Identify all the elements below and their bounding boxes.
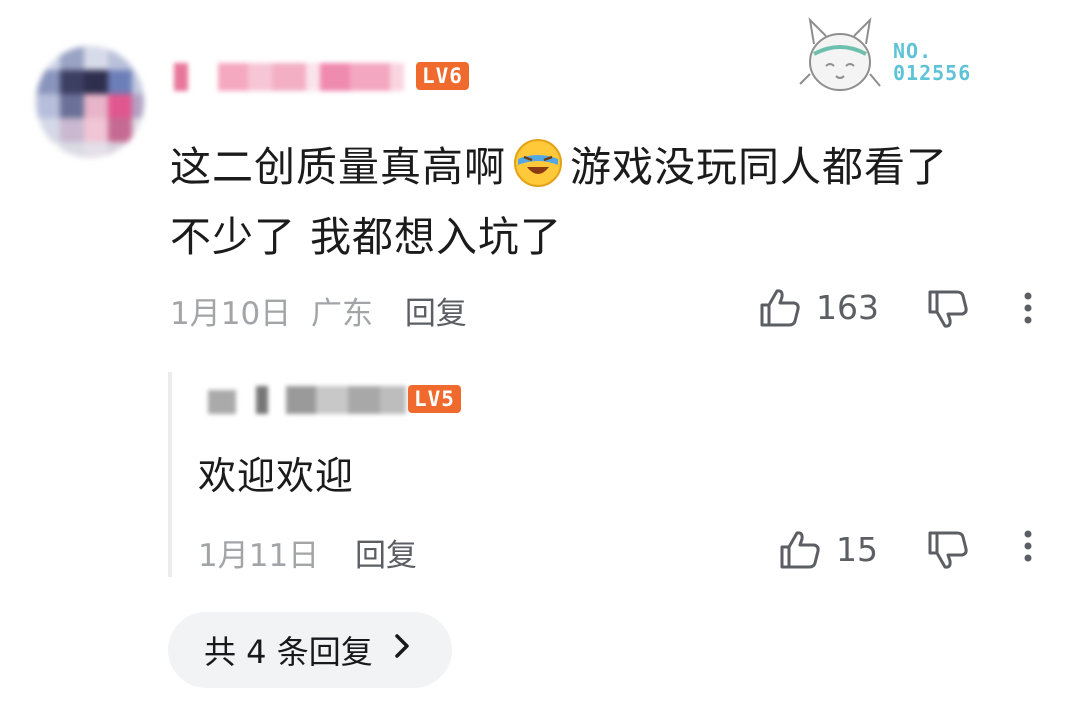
reply-more-icon[interactable] bbox=[1020, 528, 1036, 568]
stamp-no-label: NO. bbox=[893, 39, 933, 63]
level-badge: LV6 bbox=[416, 62, 469, 90]
username[interactable] bbox=[174, 63, 404, 91]
comment-like-button[interactable]: 163 bbox=[758, 285, 879, 329]
view-all-replies-button[interactable]: 共 4 条回复 bbox=[168, 612, 452, 688]
comment-text: 这二创质量真高啊 游戏没玩同人都看了 不少了 我都想入坑了 bbox=[170, 132, 1020, 272]
laughing-crying-emoji-icon bbox=[514, 139, 562, 187]
stamp-number: NO. 012556 bbox=[893, 40, 971, 84]
comment-text-part2: 游戏没玩同人都看了 bbox=[570, 143, 948, 191]
comment-more-icon[interactable] bbox=[1020, 290, 1036, 330]
comment-location: 广东 bbox=[311, 296, 374, 332]
chevron-right-icon bbox=[393, 632, 411, 668]
reply-date: 1月11日 bbox=[198, 538, 320, 574]
reply-meta: 1月11日 回复 bbox=[198, 530, 417, 575]
comment-meta: 1月10日 广东 回复 bbox=[170, 288, 467, 333]
comment-dislike-button[interactable] bbox=[926, 288, 970, 332]
reply-reply-button[interactable]: 回复 bbox=[355, 538, 417, 574]
reply-dislike-button[interactable] bbox=[926, 529, 970, 573]
reply-text: 欢迎欢迎 bbox=[198, 454, 355, 498]
reply-like-count: 15 bbox=[836, 529, 878, 569]
comment-text-line2: 不少了 我都想入坑了 bbox=[170, 213, 563, 261]
reply-thread-bar bbox=[168, 372, 172, 577]
view-all-replies-label: 共 4 条回复 bbox=[204, 633, 373, 671]
stamp-digits: 012556 bbox=[893, 61, 972, 85]
thumbs-up-icon bbox=[780, 531, 820, 569]
comment-text-part1: 这二创质量真高啊 bbox=[170, 143, 506, 191]
thumbs-down-icon bbox=[928, 290, 968, 328]
reply-username[interactable] bbox=[208, 386, 406, 414]
comment-like-count: 163 bbox=[816, 287, 879, 327]
comment-date: 1月10日 bbox=[170, 296, 292, 332]
thumbs-down-icon bbox=[928, 531, 968, 569]
comment-reply-button[interactable]: 回复 bbox=[405, 296, 467, 332]
avatar[interactable] bbox=[36, 46, 144, 158]
reply-level-badge: LV5 bbox=[408, 385, 461, 413]
thumbs-up-icon bbox=[760, 289, 800, 327]
reply-like-button[interactable]: 15 bbox=[778, 527, 878, 571]
